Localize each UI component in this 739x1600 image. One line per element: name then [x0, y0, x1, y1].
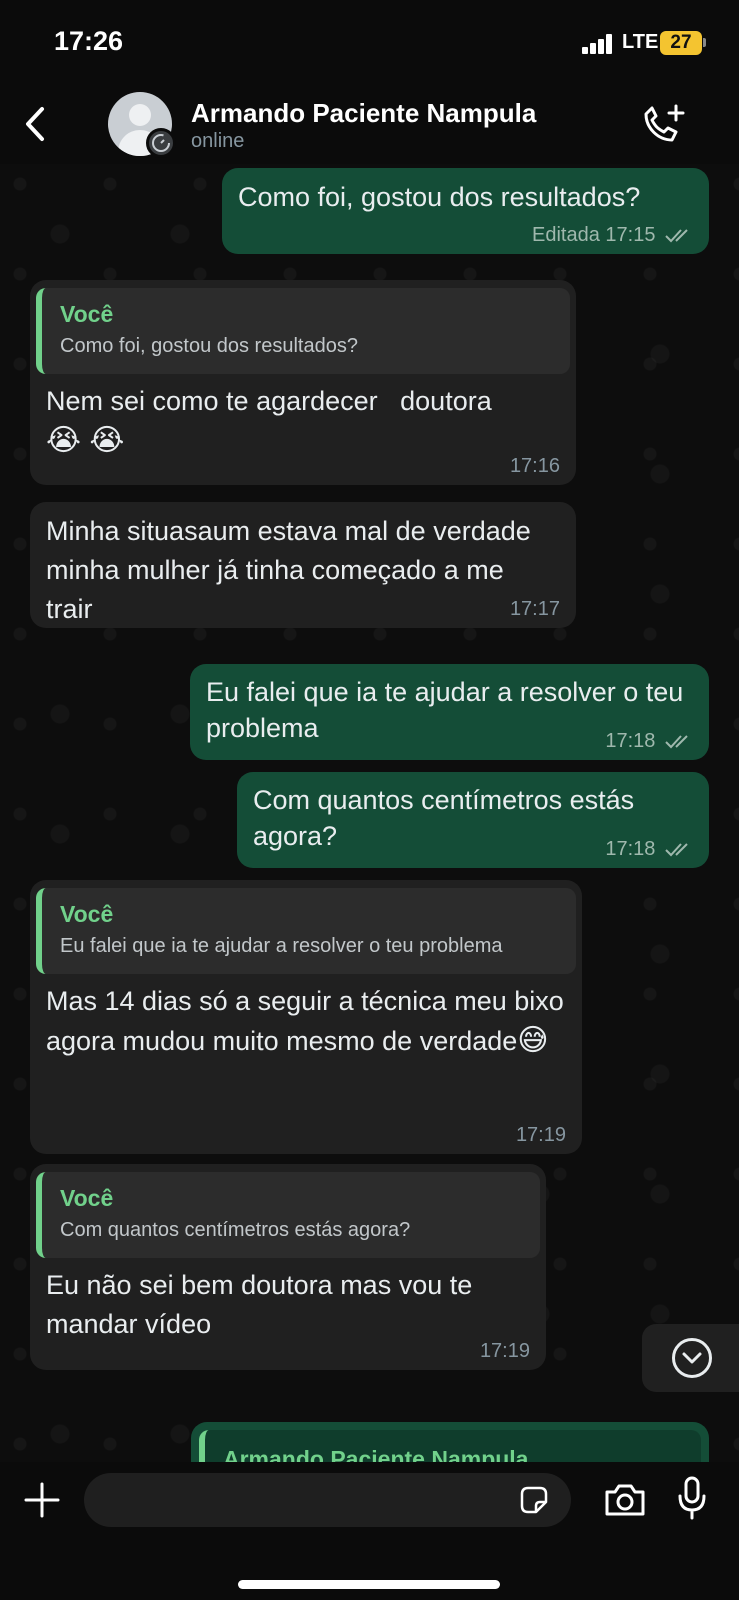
- message-bubble-outgoing[interactable]: Como foi, gostou dos resultados? Editada…: [222, 168, 709, 254]
- contact-status: online: [191, 130, 245, 152]
- chat-header: Armando Paciente Nampula online: [0, 90, 739, 164]
- message-bubble-outgoing[interactable]: Eu falei que ia te ajudar a resolver o t…: [190, 664, 709, 760]
- message-time: Editada 17:15: [532, 224, 656, 246]
- battery-icon: 27: [660, 31, 702, 55]
- message-text: Mas 14 dias só a seguir a técnica meu bi…: [46, 986, 564, 1056]
- crying-face-emoji: 😭 😭: [46, 424, 125, 457]
- quote-text: Eu falei que ia te ajudar a resolver o t…: [60, 935, 503, 957]
- contact-name[interactable]: Armando Paciente Nampula: [191, 98, 536, 129]
- message-bubble-outgoing[interactable]: Com quantos centímetros estás agora? 17:…: [237, 772, 709, 868]
- message-time: 17:19: [515, 1124, 566, 1146]
- sticker-icon: [520, 1486, 548, 1514]
- double-check-icon: [665, 843, 688, 857]
- mic-icon: [678, 1476, 706, 1520]
- message-bubble-outgoing[interactable]: Armando Paciente Nampula: [191, 1422, 709, 1462]
- sticker-button[interactable]: [518, 1484, 550, 1516]
- message-time: 17:18: [605, 730, 656, 752]
- mic-button[interactable]: [676, 1476, 708, 1520]
- camera-button[interactable]: [603, 1480, 647, 1520]
- quote-author: Você: [60, 301, 114, 327]
- quote-text: Como foi, gostou dos resultados?: [60, 335, 358, 357]
- network-type: LTE: [622, 31, 659, 53]
- timer-icon: [146, 128, 176, 158]
- back-button[interactable]: [20, 104, 50, 144]
- quote-author: Você: [60, 1185, 114, 1211]
- quote-author: Armando Paciente Nampula: [223, 1446, 529, 1462]
- message-bubble-incoming[interactable]: Você Como foi, gostou dos resultados? Ne…: [30, 280, 576, 485]
- chevron-down-icon: [672, 1338, 712, 1378]
- add-call-icon: [644, 104, 685, 142]
- quote-text: Com quantos centímetros estás agora?: [60, 1219, 411, 1241]
- attach-button[interactable]: [24, 1482, 60, 1518]
- battery-tip: [703, 38, 706, 47]
- quoted-message[interactable]: Armando Paciente Nampula: [199, 1430, 701, 1462]
- message-text: Nem sei como te agardecer doutora: [46, 386, 492, 416]
- home-indicator[interactable]: [238, 1580, 500, 1589]
- scroll-to-bottom-button[interactable]: [642, 1324, 739, 1392]
- message-text: Como foi, gostou dos resultados?: [238, 182, 641, 212]
- plus-icon: [24, 1482, 60, 1518]
- composer-bar: [0, 1462, 739, 1600]
- message-bubble-incoming[interactable]: Você Com quantos centímetros estás agora…: [30, 1164, 546, 1370]
- chat-area[interactable]: Como foi, gostou dos resultados? Editada…: [0, 164, 739, 1462]
- signal-icon: [582, 34, 616, 54]
- chevron-left-icon: [26, 107, 44, 141]
- message-bubble-incoming[interactable]: Você Eu falei que ia te ajudar a resolve…: [30, 880, 582, 1154]
- double-check-icon: [665, 229, 688, 243]
- message-text: Eu não sei bem doutora mas vou te mandar…: [46, 1270, 473, 1339]
- message-time: 17:17: [509, 598, 560, 620]
- message-time: 17:16: [509, 455, 560, 477]
- double-check-icon: [665, 735, 688, 749]
- add-call-button[interactable]: [640, 102, 688, 146]
- message-text: Minha situasaum estava mal de verdade mi…: [46, 516, 531, 624]
- status-time: 17:26: [54, 26, 124, 56]
- message-time: 17:19: [479, 1340, 530, 1362]
- status-bar: 17:26 LTE 27: [0, 0, 739, 90]
- sweat-smile-emoji: 😅: [517, 1024, 549, 1057]
- quoted-message[interactable]: Você Como foi, gostou dos resultados?: [36, 288, 570, 374]
- quoted-message[interactable]: Você Com quantos centímetros estás agora…: [36, 1172, 540, 1258]
- quoted-message[interactable]: Você Eu falei que ia te ajudar a resolve…: [36, 888, 576, 974]
- camera-icon: [605, 1484, 645, 1516]
- message-time: 17:18: [605, 838, 656, 860]
- message-input[interactable]: [84, 1473, 571, 1527]
- quote-author: Você: [60, 901, 114, 927]
- message-bubble-incoming[interactable]: Minha situasaum estava mal de verdade mi…: [30, 502, 576, 628]
